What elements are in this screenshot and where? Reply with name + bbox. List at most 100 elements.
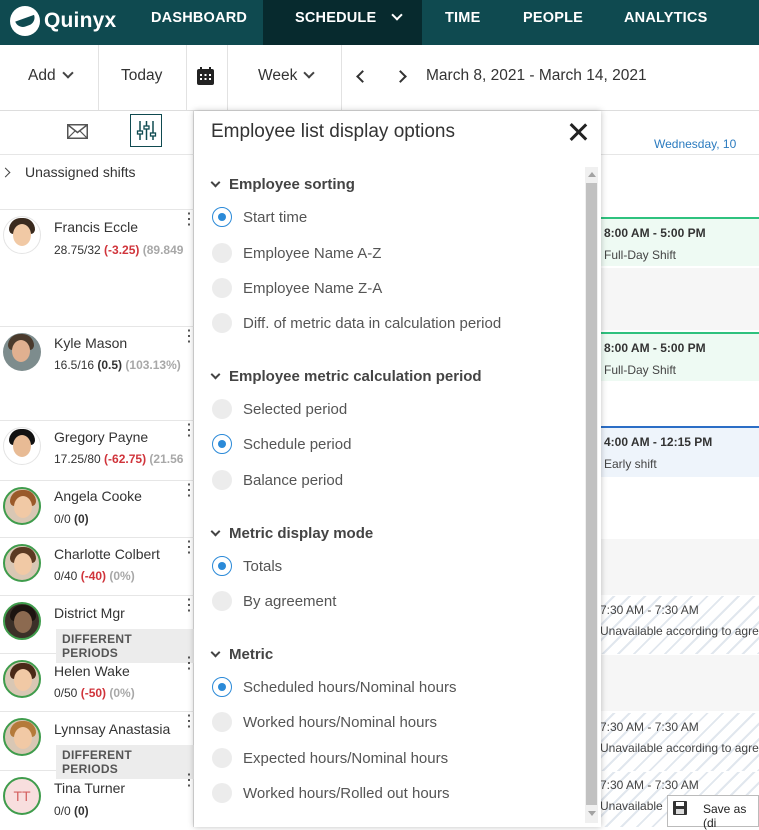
employee-name: Helen Wake	[54, 663, 130, 679]
metric-hours: 28.75/32	[54, 243, 105, 257]
section-metric-calculation-period[interactable]: Employee metric calculation period	[210, 368, 482, 385]
employee-row[interactable]: TT Tina Turner 0/0 (0) ⋮	[0, 771, 197, 827]
calendar-icon[interactable]	[197, 45, 217, 110]
radio[interactable]	[212, 278, 232, 298]
option-name-a-z[interactable]: Employee Name A-Z	[212, 241, 381, 265]
section-metric[interactable]: Metric	[210, 646, 274, 663]
employee-row[interactable]: Kyle Mason 16.5/16 (0.5) (103.13%) ⋮	[0, 327, 197, 421]
empty-slot	[600, 268, 759, 330]
avatar	[3, 602, 41, 640]
option-balance-period[interactable]: Balance period	[212, 468, 343, 492]
radio[interactable]	[212, 399, 232, 419]
chevron-down-icon	[390, 9, 403, 21]
radio[interactable]	[212, 313, 232, 333]
radio-selected[interactable]	[212, 434, 232, 454]
employee-row[interactable]: District Mgr DIFFERENT PERIODS ⋮	[0, 596, 197, 663]
avatar	[3, 427, 41, 465]
more-options-icon[interactable]: ⋮	[181, 656, 197, 672]
previous-week-icon[interactable]	[356, 70, 369, 83]
option-totals[interactable]: Totals	[212, 554, 282, 578]
more-options-icon[interactable]: ⋮	[181, 540, 197, 556]
unavailable-block[interactable]: 7:30 AM - 7:30 AM Unavailable according …	[600, 596, 759, 654]
option-name-z-a[interactable]: Employee Name Z-A	[212, 276, 382, 300]
next-week-icon[interactable]	[394, 70, 407, 83]
section-title: Metric	[229, 646, 274, 663]
nav-people[interactable]: PEOPLE	[523, 0, 583, 45]
nav-dashboard[interactable]: DASHBOARD	[151, 0, 247, 45]
metric-hours: 16.5/16	[54, 358, 98, 372]
employee-name: Tina Turner	[54, 780, 126, 796]
option-scheduled-nominal[interactable]: Scheduled hours/Nominal hours	[212, 675, 456, 699]
radio[interactable]	[212, 748, 232, 768]
quinyx-logo-icon	[10, 6, 40, 36]
radio[interactable]	[212, 470, 232, 490]
day-header: Wednesday, 10	[600, 111, 759, 155]
section-employee-sorting[interactable]: Employee sorting	[210, 176, 355, 193]
unassigned-shifts-label: Unassigned shifts	[25, 164, 136, 180]
radio[interactable]	[212, 243, 232, 263]
scroll-down-icon[interactable]	[588, 811, 596, 816]
chevron-down-icon	[61, 67, 74, 79]
shift-time: 8:00 AM - 5:00 PM	[604, 226, 706, 240]
scrollbar-thumb[interactable]	[586, 183, 597, 805]
divider	[341, 45, 342, 110]
employee-row[interactable]: Helen Wake 0/50 (-50) (0%) ⋮	[0, 654, 197, 712]
option-selected-period[interactable]: Selected period	[212, 397, 347, 421]
mail-icon[interactable]	[67, 124, 88, 139]
shift-block[interactable]: 4:00 AM - 12:15 PM Early shift	[600, 426, 759, 477]
nav-analytics[interactable]: ANALYTICS	[624, 0, 707, 45]
more-options-icon[interactable]: ⋮	[181, 212, 197, 228]
save-as-menu-item[interactable]: Save as (di	[703, 802, 758, 830]
option-worked-rolled-out[interactable]: Worked hours/Rolled out hours	[212, 781, 450, 805]
display-options-button[interactable]	[130, 114, 162, 147]
add-button[interactable]: Add	[28, 45, 74, 110]
option-label: Diff. of metric data in calculation peri…	[243, 314, 502, 332]
employee-row[interactable]: Angela Cooke 0/0 (0) ⋮	[0, 481, 197, 538]
employee-row[interactable]: Charlotte Colbert 0/40 (-40) (0%) ⋮	[0, 538, 197, 596]
radio-selected[interactable]	[212, 207, 232, 227]
avatar	[3, 544, 41, 582]
option-by-agreement[interactable]: By agreement	[212, 589, 336, 613]
quinyx-logo[interactable]: Quinyx	[10, 6, 116, 36]
unavailable-block[interactable]: 7:30 AM - 7:30 AM Unavailable according …	[600, 713, 759, 771]
nav-schedule[interactable]: SCHEDULE	[263, 0, 422, 45]
employee-name: Lynnsay Anastasia	[54, 721, 171, 737]
today-button[interactable]: Today	[121, 45, 162, 110]
unassigned-shifts-row[interactable]: Unassigned shifts	[0, 155, 194, 210]
radio-selected[interactable]	[212, 556, 232, 576]
more-options-icon[interactable]: ⋮	[181, 714, 197, 730]
view-select[interactable]: Week	[258, 45, 316, 110]
scroll-up-icon[interactable]	[588, 172, 596, 177]
more-options-icon[interactable]: ⋮	[181, 483, 197, 499]
section-title: Employee sorting	[229, 176, 355, 193]
option-worked-nominal[interactable]: Worked hours/Nominal hours	[212, 710, 437, 734]
radio[interactable]	[212, 712, 232, 732]
add-button-label: Add	[28, 67, 56, 84]
option-expected-nominal[interactable]: Expected hours/Nominal hours	[212, 746, 448, 770]
panel-title: Employee list display options	[211, 121, 455, 142]
empty-slot	[600, 655, 759, 711]
employee-row[interactable]: Gregory Payne 17.25/80 (-62.75) (21.56 ⋮	[0, 421, 197, 481]
section-metric-display-mode[interactable]: Metric display mode	[210, 525, 373, 542]
employee-row[interactable]: Lynnsay Anastasia DIFFERENT PERIODS ⋮	[0, 712, 197, 779]
more-options-icon[interactable]: ⋮	[181, 329, 197, 345]
more-options-icon[interactable]: ⋮	[181, 423, 197, 439]
top-navigation: Quinyx DASHBOARD SCHEDULE TIME PEOPLE AN…	[0, 0, 759, 45]
shift-block[interactable]: 8:00 AM - 5:00 PM Full-Day Shift	[600, 332, 759, 381]
more-options-icon[interactable]: ⋮	[181, 773, 197, 789]
more-options-icon[interactable]: ⋮	[181, 598, 197, 614]
option-schedule-period[interactable]: Schedule period	[212, 432, 351, 456]
context-menu: Save as (di	[667, 795, 759, 830]
radio[interactable]	[212, 783, 232, 803]
option-diff-metric[interactable]: Diff. of metric data in calculation peri…	[212, 311, 501, 335]
employee-metric: 17.25/80 (-62.75) (21.56	[54, 452, 190, 466]
metric-diff: (-50)	[80, 686, 107, 700]
metric-percent: (89.849	[139, 243, 184, 257]
shift-block[interactable]: 8:00 AM - 5:00 PM Full-Day Shift	[600, 217, 759, 266]
option-start-time[interactable]: Start time	[212, 205, 307, 229]
nav-time[interactable]: TIME	[445, 0, 480, 45]
radio-selected[interactable]	[212, 677, 232, 697]
employee-row[interactable]: Francis Eccle 28.75/32 (-3.25) (89.849 ⋮	[0, 210, 197, 327]
radio[interactable]	[212, 591, 232, 611]
close-icon[interactable]	[568, 122, 588, 142]
